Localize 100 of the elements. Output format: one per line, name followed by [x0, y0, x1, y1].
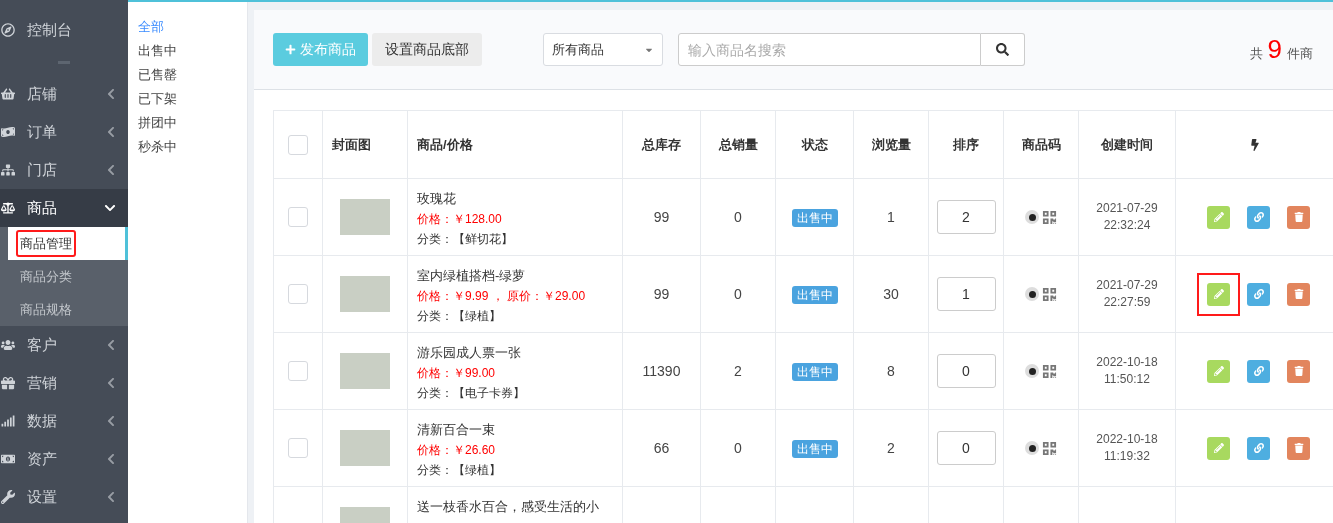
table-cell: 1 [887, 208, 895, 225]
delete-icon [1293, 443, 1304, 453]
table-cell: 0 [734, 439, 742, 456]
total-label: 件商 [1287, 44, 1313, 63]
edit-button[interactable] [1207, 282, 1230, 306]
sidebar-item[interactable]: 营销 [0, 364, 128, 402]
chevron-left-icon [106, 377, 116, 389]
link-button[interactable] [1247, 205, 1270, 229]
chevron-left-icon [106, 88, 116, 100]
link-icon [1253, 289, 1264, 299]
filter-link[interactable]: 已售罄 [138, 65, 247, 89]
edit-icon [1213, 289, 1224, 299]
search-field[interactable]: 输入商品名搜索 [678, 33, 981, 66]
sort-field[interactable]: 0 [936, 431, 996, 465]
sidebar-item[interactable]: 订单 [0, 113, 128, 151]
checkbox[interactable] [288, 134, 308, 155]
submenu-label: 商品规格 [19, 300, 73, 319]
sidebar-item[interactable]: 控制台 [0, 11, 128, 49]
table-cell: 0 [734, 285, 742, 302]
delete-icon [1293, 366, 1304, 376]
search-button[interactable] [981, 33, 1025, 66]
filter-link[interactable]: 拼团中 [138, 113, 247, 137]
status-badge: 出售中 [791, 363, 838, 381]
column-header: 总库存 [622, 110, 701, 179]
column-header: 商品/价格 [407, 110, 623, 179]
photo-placeholder [340, 430, 390, 466]
total-count: 9 [1267, 35, 1282, 62]
sidebar-item[interactable]: 商品 [0, 189, 128, 227]
filter-link[interactable]: 出售中 [138, 41, 247, 65]
menu-icon [1, 490, 15, 504]
submenu-item[interactable]: 商品管理 [8, 227, 128, 260]
link-button[interactable] [1247, 359, 1270, 383]
link-button[interactable] [1247, 436, 1270, 460]
product-category: 分类：【鲜切花】 [417, 231, 514, 248]
product-price: 价格：￥99.00 [417, 365, 497, 382]
qr-code-icon [1042, 363, 1057, 379]
menu-icon [1, 163, 15, 177]
table-cell: 99 [653, 285, 670, 302]
qr-code-icon [1042, 440, 1057, 456]
checkbox[interactable] [288, 284, 308, 304]
checkbox[interactable] [288, 361, 308, 381]
sidebar-item[interactable]: 数据 [0, 402, 128, 440]
table-cell: 11390 [642, 362, 681, 379]
chevron-left-icon [106, 126, 116, 138]
sidebar-item[interactable]: 资产 [0, 440, 128, 478]
created-time: 22:27:59 [1102, 294, 1152, 311]
edit-button[interactable] [1207, 359, 1230, 383]
edit-icon [1213, 212, 1224, 222]
sidebar-item[interactable]: 客户 [0, 326, 128, 364]
product-category: 分类：【绿植】 [417, 462, 502, 479]
created-time: 22:32:24 [1102, 217, 1152, 234]
filter-link[interactable]: 已下架 [138, 89, 247, 113]
column-header: 总销量 [700, 110, 776, 179]
category-select[interactable]: 所有商品 [543, 33, 663, 66]
photo-placeholder [340, 353, 390, 389]
checkbox[interactable] [288, 207, 308, 227]
table-cell: 0 [734, 208, 742, 225]
delete-button[interactable] [1287, 282, 1310, 306]
filter-link[interactable]: 全部 [138, 17, 247, 41]
status-badge: 出售中 [791, 286, 838, 304]
product-category: 分类：【电子卡券】 [417, 385, 526, 402]
submenu-item[interactable]: 商品分类 [8, 260, 128, 293]
table-cell: 2 [734, 362, 742, 379]
chevron-left-icon [106, 491, 116, 503]
footer-settings-button[interactable]: 设置商品底部 [372, 33, 482, 66]
menu-icon [1, 201, 15, 215]
menu-icon [1, 87, 15, 101]
checkbox[interactable] [288, 438, 308, 458]
status-badge: 出售中 [791, 209, 838, 227]
link-button[interactable] [1247, 282, 1270, 306]
link-icon [1253, 366, 1264, 376]
product-price: 价格：￥9.99 ， 原价：￥29.00 [417, 288, 587, 305]
sidebar-item[interactable]: 设置 [0, 478, 128, 516]
product-price: 价格：￥26.60 [417, 442, 497, 459]
sidebar-item[interactable]: 门店 [0, 151, 128, 189]
edit-button[interactable] [1207, 205, 1230, 229]
sort-field[interactable]: 2 [936, 200, 996, 234]
sort-field[interactable]: 1 [936, 277, 996, 311]
column-header: 状态 [775, 110, 854, 179]
column-header: 封面图 [322, 110, 408, 179]
chevron-left-icon [106, 453, 116, 465]
menu-icon [1, 125, 15, 139]
delete-button[interactable] [1287, 205, 1310, 229]
table-cell: 8 [887, 362, 895, 379]
edit-button[interactable] [1207, 436, 1230, 460]
created-date: 2022-10-18 [1095, 431, 1159, 448]
sort-field[interactable]: 0 [936, 354, 996, 388]
delete-button[interactable] [1287, 436, 1310, 460]
chevron-left-icon [106, 339, 116, 351]
sidebar-item[interactable]: 店铺 [0, 75, 128, 113]
product-name: 游乐园成人票一张 [417, 344, 522, 362]
column-header: 商品码 [1003, 110, 1079, 179]
filter-link[interactable]: 秒杀中 [138, 137, 247, 161]
table-cell: 99 [653, 208, 670, 225]
menu-icon [1, 376, 15, 390]
delete-button[interactable] [1287, 359, 1310, 383]
table-cell: 30 [883, 285, 899, 302]
product-name: 送一枝香水百合，感受生活的小 [417, 498, 600, 516]
total-label: 共 [1249, 44, 1263, 63]
submenu-item[interactable]: 商品规格 [8, 293, 128, 326]
